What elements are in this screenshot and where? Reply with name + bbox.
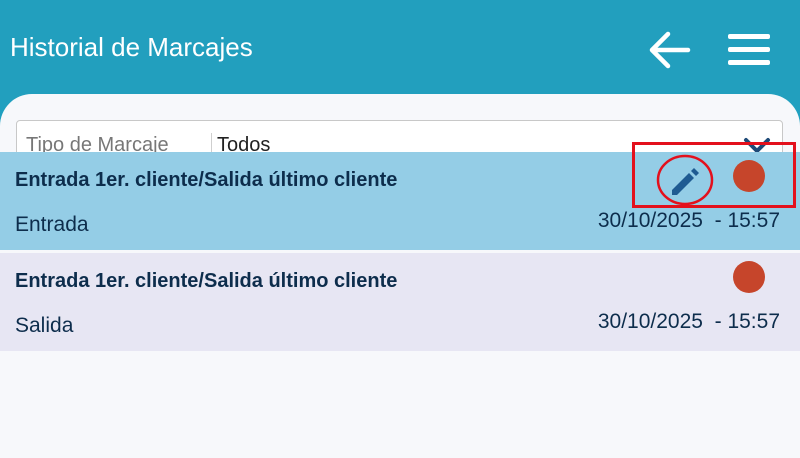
back-button[interactable]	[648, 28, 692, 72]
pencil-icon	[672, 168, 699, 195]
hamburger-menu-icon	[728, 34, 770, 65]
record-title: Entrada 1er. cliente/Salida último clien…	[15, 270, 398, 292]
app-header: Historial de Marcajes	[0, 0, 800, 100]
status-dot	[733, 160, 765, 192]
record-row[interactable]: Entrada 1er. cliente/Salida último clien…	[0, 142, 800, 250]
page-title: Historial de Marcajes	[10, 32, 253, 62]
status-dot	[733, 261, 765, 293]
edit-button[interactable]	[656, 154, 714, 206]
record-type: Entrada	[15, 213, 89, 236]
record-type: Salida	[15, 314, 74, 337]
record-datetime: 30/10/2025 - 15:57	[597, 209, 780, 232]
record-title: Entrada 1er. cliente/Salida último clien…	[15, 169, 398, 191]
arrow-left-icon	[649, 31, 691, 69]
menu-button[interactable]	[726, 30, 772, 70]
record-datetime: 30/10/2025 - 15:57	[597, 310, 780, 333]
record-row[interactable]: Entrada 1er. cliente/Salida último clien…	[0, 253, 800, 351]
